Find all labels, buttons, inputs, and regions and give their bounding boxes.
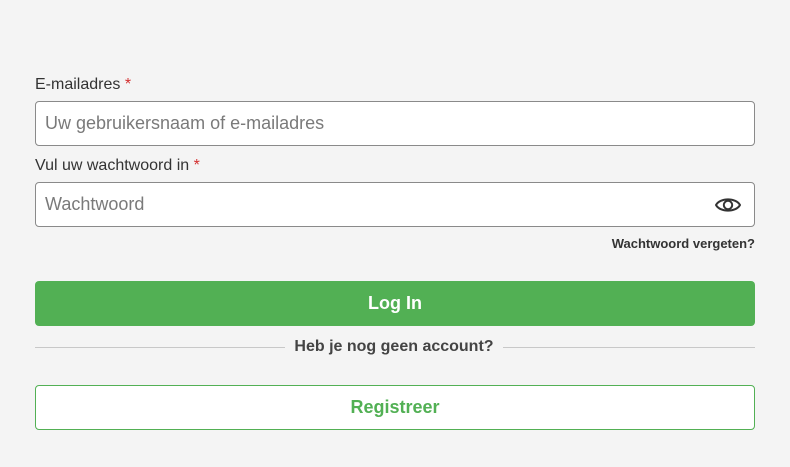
email-input[interactable]	[36, 102, 754, 145]
divider-line-left	[35, 347, 285, 348]
password-field-box	[35, 182, 755, 227]
divider-line-right	[503, 347, 755, 348]
email-label-text: E-mailadres	[35, 76, 121, 93]
password-label-text: Vul uw wachtwoord in	[35, 157, 190, 174]
no-account-text: Heb je nog geen account?	[294, 338, 494, 355]
account-divider: Heb je nog geen account?	[35, 336, 755, 358]
email-label: E-mailadres *	[35, 76, 131, 94]
login-button[interactable]: Log In	[35, 281, 755, 326]
password-label: Vul uw wachtwoord in *	[35, 157, 200, 175]
eye-icon[interactable]	[714, 194, 742, 216]
required-asterisk: *	[124, 76, 132, 93]
register-button[interactable]: Registreer	[35, 385, 755, 430]
forgot-password-link[interactable]: Wachtwoord vergeten?	[612, 236, 755, 251]
password-input[interactable]	[36, 183, 754, 226]
email-field-box	[35, 101, 755, 146]
required-asterisk: *	[193, 157, 200, 174]
